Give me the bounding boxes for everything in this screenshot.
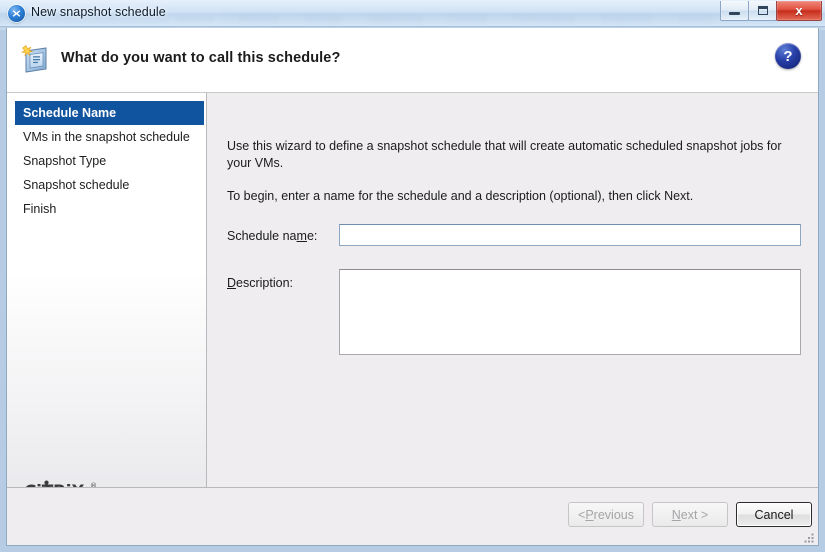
help-icon[interactable]: ?	[775, 43, 801, 69]
schedule-name-label-text: Schedule na	[227, 229, 297, 243]
previous-mnemonic: P	[585, 507, 594, 522]
previous-label-prefix: <	[578, 507, 586, 522]
schedule-name-label: Schedule name:	[227, 229, 317, 243]
sidebar-item-vms-in-schedule[interactable]: VMs in the snapshot schedule	[7, 125, 206, 149]
previous-button[interactable]: < Previous	[568, 502, 644, 527]
window-title: New snapshot schedule	[31, 5, 166, 19]
dialog-content: Use this wizard to define a snapshot sch…	[208, 93, 818, 522]
sidebar-item-schedule-name[interactable]: Schedule Name	[15, 101, 204, 125]
dialog-window: General Memory Storage Networking Consol…	[0, 0, 825, 552]
schedule-name-mnemonic: m	[296, 229, 307, 243]
title-bar: New snapshot schedule x	[0, 0, 825, 27]
description-textarea[interactable]	[339, 269, 801, 355]
dialog-header: What do you want to call this schedule? …	[7, 28, 818, 93]
close-circle-icon	[8, 5, 25, 22]
page-title: What do you want to call this schedule?	[61, 50, 341, 66]
sidebar-item-snapshot-type[interactable]: Snapshot Type	[7, 149, 206, 173]
close-icon: x	[795, 3, 803, 18]
window-controls: x	[720, 0, 822, 21]
wizard-step-list: Schedule Name VMs in the snapshot schedu…	[7, 101, 206, 221]
resize-grip[interactable]	[803, 531, 815, 543]
instruction-paragraph: To begin, enter a name for the schedule …	[227, 189, 694, 203]
maximize-button[interactable]	[748, 1, 777, 21]
cancel-button[interactable]: Cancel	[736, 502, 812, 527]
wizard-sidebar: Schedule Name VMs in the snapshot schedu…	[7, 93, 207, 522]
next-button[interactable]: Next >	[652, 502, 728, 527]
close-button[interactable]: x	[776, 1, 822, 21]
next-mnemonic: N	[671, 507, 681, 522]
description-label: Description:	[227, 276, 293, 290]
maximize-icon	[757, 6, 768, 15]
dialog-footer: < Previous Next > Cancel	[7, 487, 818, 545]
description-label-suffix: escription:	[236, 276, 294, 290]
sidebar-item-finish[interactable]: Finish	[7, 197, 206, 221]
schedule-name-label-suffix: e:	[306, 229, 318, 243]
minimize-button[interactable]	[720, 1, 749, 21]
new-snapshot-icon	[18, 42, 54, 78]
intro-paragraph: Use this wizard to define a snapshot sch…	[227, 139, 782, 170]
minimize-icon	[729, 11, 740, 15]
description-mnemonic: D	[227, 276, 237, 290]
dialog-body: What do you want to call this schedule? …	[6, 28, 819, 546]
sidebar-item-snapshot-schedule[interactable]: Snapshot schedule	[7, 173, 206, 197]
previous-label-suffix: revious	[593, 507, 634, 522]
next-label-suffix: ext >	[680, 507, 709, 522]
schedule-name-input[interactable]	[339, 224, 801, 246]
